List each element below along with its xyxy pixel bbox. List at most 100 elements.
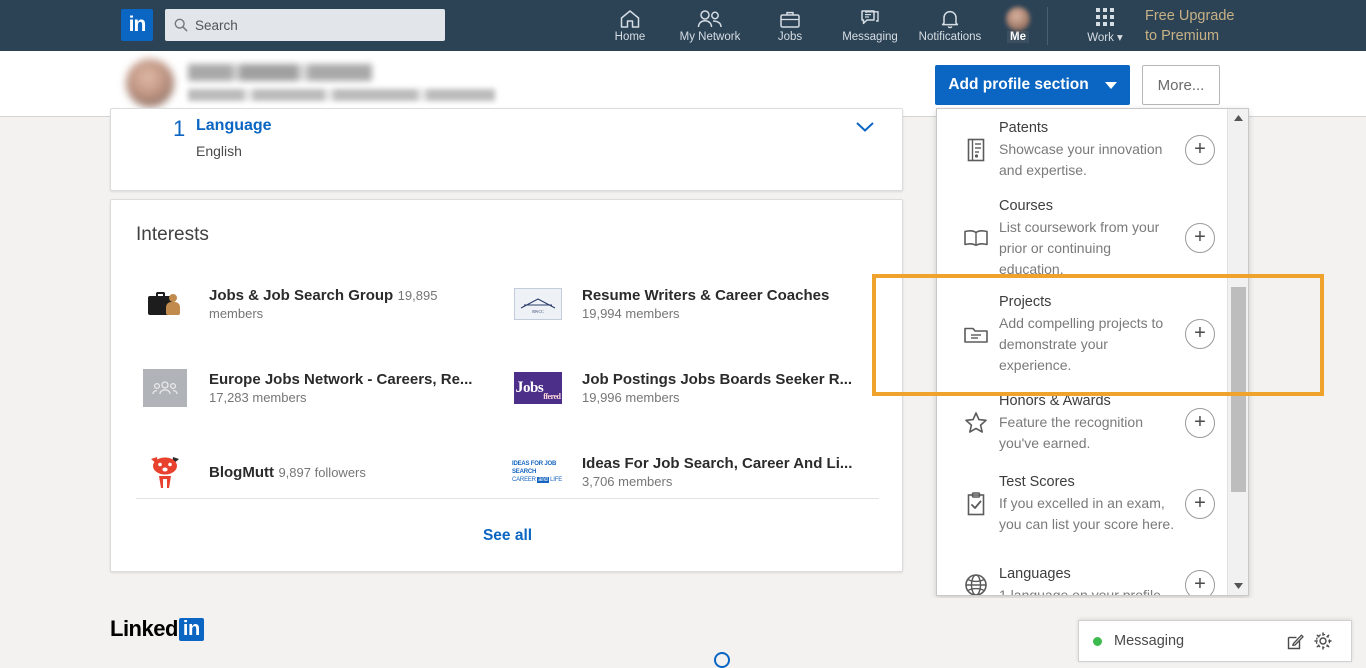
- interest-meta: 17,283 members: [209, 389, 307, 405]
- star-icon: [959, 411, 993, 434]
- dropdown-item-title: Patents: [999, 120, 1049, 136]
- interest-meta: 9,897 followers: [278, 464, 366, 480]
- interests-grid: Jobs & Job Search Group 19,895 members R…: [111, 262, 904, 514]
- nav-label: Notifications: [918, 30, 982, 43]
- clipboard-check-icon: [959, 491, 993, 516]
- add-profile-section-label: Add profile section: [948, 76, 1089, 93]
- chevron-down-icon: [1104, 81, 1117, 89]
- premium-upgrade-link[interactable]: Free Upgrade to Premium: [1145, 6, 1325, 46]
- interest-name: Job Postings Jobs Boards Seeker R...: [582, 370, 853, 388]
- online-status-dot: [1093, 636, 1102, 646]
- dropdown-item-title: Test Scores: [999, 474, 1075, 490]
- dropdown-item-desc: 1 language on your profile: [999, 586, 1161, 596]
- interest-meta: 19,996 members: [582, 389, 680, 405]
- language-card-title[interactable]: Language: [196, 117, 272, 135]
- dropdown-item-test-scores[interactable]: Test Scores If you excelled in an exam, …: [937, 463, 1228, 544]
- work-label: Work ▾: [1087, 32, 1123, 44]
- dropdown-item-languages[interactable]: Languages 1 language on your profile +: [937, 544, 1228, 596]
- interest-item[interactable]: Jobs ffered Job Postings Jobs Boards Seek…: [484, 346, 857, 430]
- dropdown-item-desc: Add compelling projects to demonstrate y…: [999, 315, 1164, 373]
- ideas-thumbnail: IDEAS FOR JOB SEARCH CAREER and LIFE: [512, 461, 564, 483]
- book-icon: [959, 228, 993, 248]
- dropdown-item-honors-awards[interactable]: Honors & Awards Feature the recognition …: [937, 382, 1228, 463]
- nav-item-me[interactable]: Me: [990, 0, 1046, 51]
- compose-icon[interactable]: [1281, 633, 1309, 650]
- footer-decoration-circle: [714, 652, 730, 668]
- dropdown-item-title: Projects: [999, 294, 1052, 310]
- interests-heading: Interests: [136, 224, 209, 245]
- add-profile-section-dropdown: Patents Showcase your innovation and exp…: [936, 108, 1249, 596]
- profile-headline-redacted: [188, 89, 498, 101]
- nav-label: Messaging: [842, 30, 898, 43]
- messaging-label: Messaging: [1114, 633, 1185, 649]
- nav-item-home[interactable]: Home: [590, 0, 670, 51]
- group-people-thumbnail: [139, 369, 191, 407]
- interest-name: Europe Jobs Network - Careers, Re...: [209, 370, 473, 388]
- footer-linkedin-logo[interactable]: Linked in: [110, 616, 204, 642]
- nav-item-my-network[interactable]: My Network: [670, 0, 750, 51]
- interest-name: Jobs & Job Search Group: [209, 286, 394, 304]
- work-menu-button[interactable]: Work ▾: [1075, 8, 1135, 44]
- patent-icon: [959, 138, 993, 162]
- scroll-up-arrow-icon[interactable]: [1228, 109, 1248, 127]
- dropdown-item-desc: If you excelled in an exam, you can list…: [999, 495, 1175, 532]
- interest-name: BlogMutt: [209, 463, 274, 481]
- add-languages-button[interactable]: +: [1185, 569, 1215, 595]
- add-test-scores-button[interactable]: +: [1185, 488, 1215, 519]
- interest-item[interactable]: RWCC Resume Writers & Career Coaches 19,…: [484, 262, 857, 346]
- folder-icon: [959, 323, 993, 345]
- home-icon: [619, 9, 641, 30]
- chevron-down-icon[interactable]: [855, 121, 875, 133]
- interest-meta: 19,994 members: [582, 305, 680, 321]
- footer-logo-in: in: [178, 617, 204, 641]
- bell-icon: [939, 9, 961, 30]
- add-honors-button[interactable]: +: [1185, 407, 1215, 438]
- nav-label: My Network: [679, 30, 741, 43]
- linkedin-logo[interactable]: in: [121, 9, 153, 41]
- message-icon: [858, 9, 882, 30]
- dropdown-item-desc: Feature the recognition you've earned.: [999, 414, 1143, 451]
- nav-item-jobs[interactable]: Jobs: [750, 0, 830, 51]
- primary-nav-items: Home My Network Jobs Messaging Notificat…: [590, 0, 1046, 51]
- language-value: English: [196, 143, 242, 159]
- search-placeholder: Search: [195, 17, 238, 33]
- nav-item-notifications[interactable]: Notifications: [910, 0, 990, 51]
- interest-item[interactable]: Jobs & Job Search Group 19,895 members: [111, 262, 484, 346]
- language-card: 1 Language English: [110, 108, 903, 191]
- dropdown-item-projects[interactable]: Projects Add compelling projects to demo…: [937, 286, 1228, 382]
- see-all-interests-link[interactable]: See all: [111, 499, 904, 572]
- language-count: 1: [173, 116, 186, 141]
- premium-line-2: to Premium: [1145, 28, 1220, 44]
- dropdown-item-patents[interactable]: Patents Showcase your innovation and exp…: [937, 109, 1228, 190]
- premium-line-1: Free Upgrade: [1145, 8, 1235, 24]
- dropdown-item-desc: List coursework from your prior or conti…: [999, 219, 1160, 277]
- interest-item[interactable]: Europe Jobs Network - Careers, Re... 17,…: [111, 346, 484, 430]
- messaging-widget[interactable]: Messaging: [1078, 620, 1352, 662]
- nav-label: Jobs: [777, 30, 803, 43]
- interest-name: Resume Writers & Career Coaches: [582, 286, 830, 304]
- dropdown-list: Patents Showcase your innovation and exp…: [937, 109, 1228, 596]
- grid-icon: [1096, 8, 1114, 26]
- search-input[interactable]: Search: [165, 9, 445, 41]
- briefcase-person-thumbnail: [139, 285, 191, 323]
- dropdown-scrollbar[interactable]: [1227, 109, 1248, 595]
- add-courses-button[interactable]: +: [1185, 223, 1215, 253]
- scrollbar-thumb[interactable]: [1231, 287, 1246, 492]
- dropdown-item-desc: Showcase your innovation and expertise.: [999, 141, 1163, 178]
- dropdown-item-courses[interactable]: Courses List coursework from your prior …: [937, 190, 1228, 286]
- interest-meta: 3,706 members: [582, 473, 673, 489]
- scroll-down-arrow-icon[interactable]: [1228, 577, 1248, 595]
- add-projects-button[interactable]: +: [1185, 319, 1215, 349]
- profile-name-redacted: [188, 64, 388, 81]
- nav-item-messaging[interactable]: Messaging: [830, 0, 910, 51]
- avatar: [1006, 7, 1030, 31]
- search-icon: [174, 18, 188, 32]
- top-navigation-bar: in Search Home My Network Jobs Messaging…: [0, 0, 1366, 51]
- add-patents-button[interactable]: +: [1185, 134, 1215, 165]
- nav-label: Me: [1007, 30, 1029, 43]
- gear-icon[interactable]: [1309, 632, 1337, 650]
- more-button[interactable]: More...: [1142, 65, 1220, 105]
- jobs-offered-thumbnail: Jobs ffered: [512, 369, 564, 407]
- add-profile-section-button[interactable]: Add profile section: [935, 65, 1130, 105]
- profile-avatar[interactable]: [126, 59, 174, 107]
